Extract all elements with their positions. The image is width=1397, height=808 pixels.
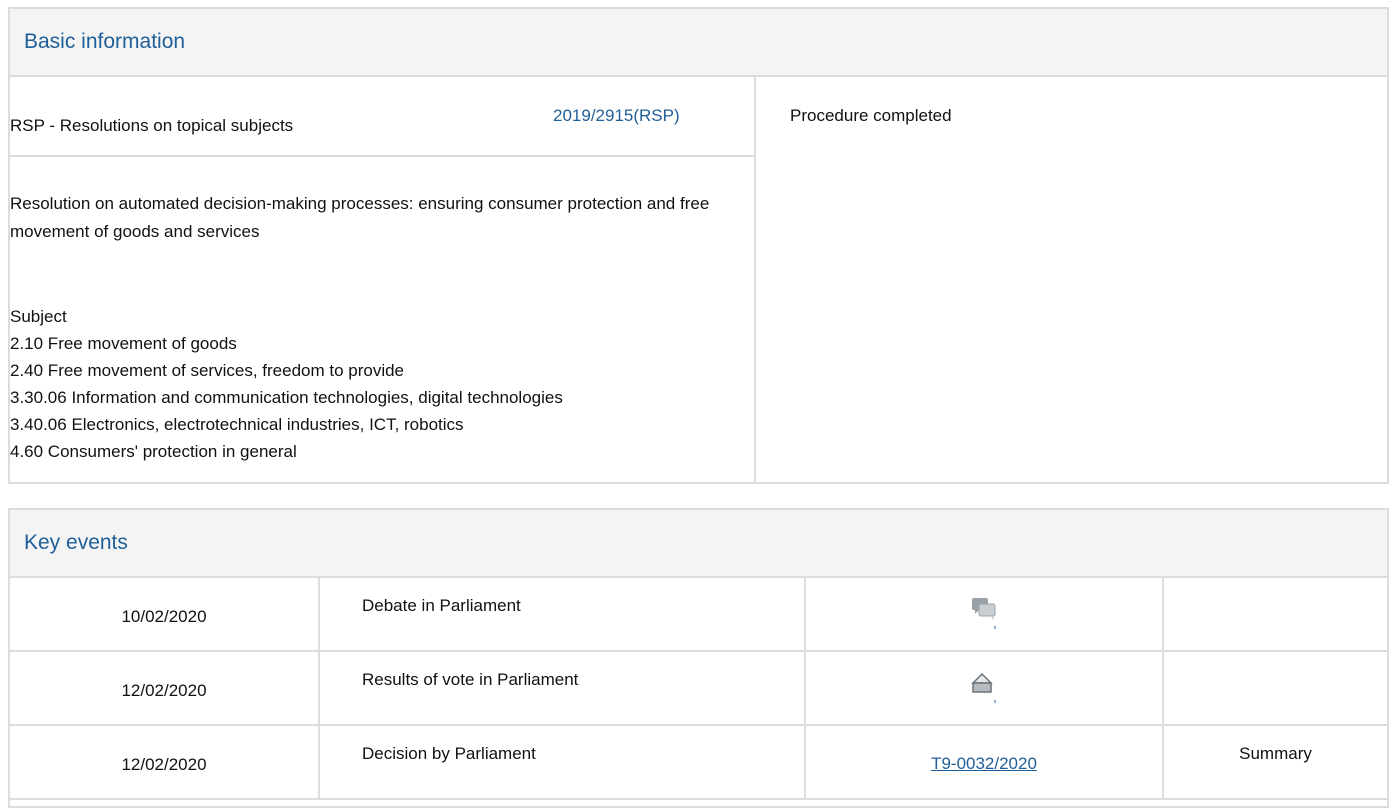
debate-icon[interactable]: [970, 596, 998, 635]
event-name: Debate in Parliament: [362, 596, 521, 615]
key-events-header: Key events: [10, 510, 1387, 578]
table-row: 10/02/2020 Debate in Parliament: [10, 578, 1387, 652]
subject-block: Subject 2.10 Free movement of goods 2.40…: [10, 303, 563, 465]
summary-link[interactable]: Summary: [1164, 744, 1387, 764]
procedure-reference-link[interactable]: 2019/2915(RSP): [553, 106, 680, 126]
key-events-title: Key events: [24, 531, 128, 554]
event-name: Decision by Parliament: [362, 744, 536, 763]
subject-item: 2.10 Free movement of goods: [10, 334, 237, 353]
table-row: 12/02/2020 Results of vote in Parliament: [10, 652, 1387, 726]
subject-item: 3.30.06 Information and communication te…: [10, 388, 563, 407]
event-name: Results of vote in Parliament: [362, 670, 579, 689]
table-row: 12/02/2020 Decision by Parliament T9-003…: [10, 726, 1387, 800]
basic-information-panel: Basic information RSP - Resolutions on t…: [8, 7, 1389, 484]
procedure-title: Resolution on automated decision-making …: [10, 194, 710, 241]
basic-information-title: Basic information: [24, 30, 186, 53]
procedure-type-row: RSP - Resolutions on topical subjects 20…: [10, 77, 754, 157]
subject-item: 2.40 Free movement of services, freedom …: [10, 361, 405, 380]
procedure-details: RSP - Resolutions on topical subjects 20…: [10, 77, 756, 482]
procedure-status-cell: Procedure completed: [756, 77, 1387, 482]
vote-icon[interactable]: [970, 670, 998, 709]
subject-item: 3.40.06 Electronics, electrotechnical in…: [10, 415, 464, 434]
key-events-panel: Key events 10/02/2020 Debate in Parliame…: [8, 508, 1389, 808]
document-link[interactable]: T9-0032/2020: [806, 754, 1162, 774]
event-date: 12/02/2020: [121, 681, 207, 700]
event-date: 10/02/2020: [121, 607, 207, 626]
subject-item: 4.60 Consumers' protection in general: [10, 442, 297, 461]
procedure-status: Procedure completed: [790, 106, 952, 125]
procedure-type: RSP - Resolutions on topical subjects: [10, 116, 294, 135]
subject-label: Subject: [10, 307, 67, 326]
event-date: 12/02/2020: [121, 755, 207, 774]
basic-information-header: Basic information: [10, 9, 1387, 77]
